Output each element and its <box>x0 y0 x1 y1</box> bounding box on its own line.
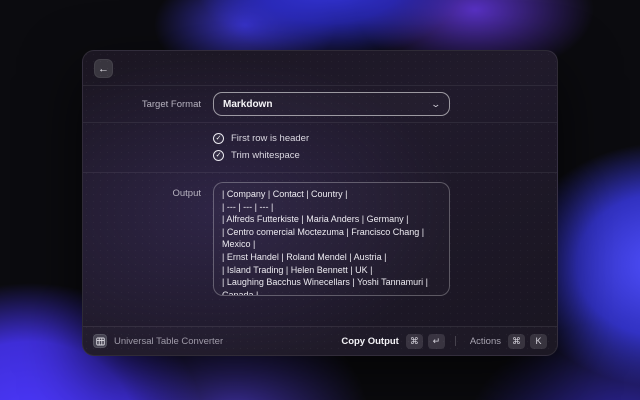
footer-bar: Universal Table Converter Copy Output ⌘ … <box>83 326 557 355</box>
app-title: Universal Table Converter <box>114 336 341 347</box>
k-key-icon[interactable]: K <box>530 334 547 349</box>
return-key-icon[interactable]: ↵ <box>428 334 445 349</box>
window-header: ← <box>83 51 557 86</box>
trim-whitespace-row: ✓ Trim whitespace <box>83 148 557 163</box>
checkbox-label: First row is header <box>231 133 309 144</box>
cmd-key-icon[interactable]: ⌘ <box>406 334 423 349</box>
first-row-header-checkbox[interactable]: ✓ First row is header <box>213 133 450 144</box>
footer-separator <box>455 336 456 346</box>
checkbox-checked-icon: ✓ <box>213 133 224 144</box>
target-format-row: Target Format Markdown ⌄ <box>83 86 557 122</box>
output-textarea[interactable]: | Company | Contact | Country | | --- | … <box>213 182 450 296</box>
arrow-left-icon: ← <box>98 63 109 75</box>
actions-button[interactable]: Actions <box>470 336 501 347</box>
target-format-value: Markdown <box>223 99 432 110</box>
output-row: Output | Company | Contact | Country | |… <box>83 173 557 296</box>
chevron-down-icon: ⌄ <box>431 100 442 109</box>
first-row-header-row: ✓ First row is header <box>83 131 557 146</box>
app-window: ← Target Format Markdown ⌄ ✓ First row i… <box>82 50 558 356</box>
target-format-label: Target Format <box>103 99 201 110</box>
cmd-key-icon[interactable]: ⌘ <box>508 334 525 349</box>
footer-actions: Copy Output ⌘ ↵ Actions ⌘ K <box>341 334 547 349</box>
target-format-dropdown[interactable]: Markdown ⌄ <box>213 92 450 116</box>
copy-output-button[interactable]: Copy Output <box>341 336 399 347</box>
checkbox-section: ✓ First row is header ✓ Trim whitespace <box>83 123 557 172</box>
back-button[interactable]: ← <box>94 59 113 78</box>
table-converter-icon <box>93 334 107 348</box>
trim-whitespace-checkbox[interactable]: ✓ Trim whitespace <box>213 150 450 161</box>
form-body: Target Format Markdown ⌄ ✓ First row is … <box>83 86 557 326</box>
checkbox-label: Trim whitespace <box>231 150 300 161</box>
output-label: Output <box>103 188 201 199</box>
checkbox-checked-icon: ✓ <box>213 150 224 161</box>
